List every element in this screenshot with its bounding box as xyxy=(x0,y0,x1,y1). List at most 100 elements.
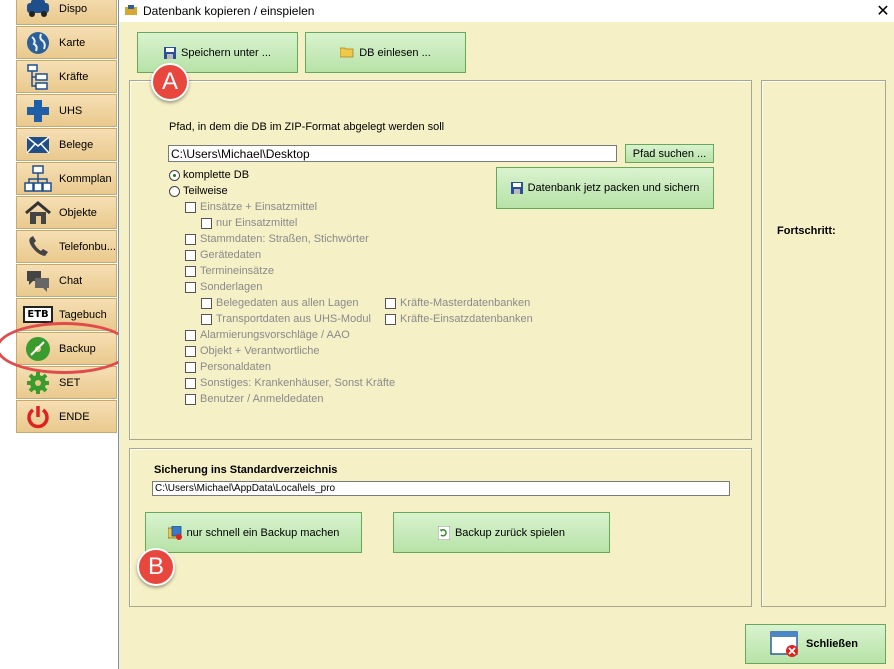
progress-label: Fortschritt: xyxy=(777,225,836,237)
sidebar-item-label: Kräfte xyxy=(59,70,89,83)
checkbox-label: Sonderlagen xyxy=(200,281,263,293)
path-caption: Pfad, in dem die DB im ZIP-Format abgele… xyxy=(169,121,445,133)
title-bar: Datenbank kopieren / einspielen ✕ xyxy=(119,0,894,22)
restore-backup-button[interactable]: Backup zurück spielen xyxy=(393,512,610,553)
checkbox-box xyxy=(185,233,196,245)
checkbox-kraefte-einsatz[interactable]: Kräfte-Einsatzdatenbanken xyxy=(385,313,533,325)
checkbox-label: Stammdaten: Straßen, Stichwörter xyxy=(200,233,369,245)
checkbox-label: Sonstiges: Krankenhäuser, Sonst Kräfte xyxy=(200,377,396,389)
quick-backup-button[interactable]: nur schnell ein Backup machen xyxy=(145,512,362,553)
restore-backup-label: Backup zurück spielen xyxy=(454,526,566,539)
standard-backup-heading: Sicherung ins Standardverzeichnis xyxy=(154,464,338,476)
checkbox-belegedaten[interactable]: Belegedaten aus allen Lagen xyxy=(201,297,359,309)
checkbox-box xyxy=(201,297,212,309)
checkbox-box xyxy=(185,361,196,373)
annotation-badge-b: B xyxy=(137,548,175,586)
sidebar-item-label: Belege xyxy=(59,138,94,151)
checkbox-label: Objekt + Verantwortliche xyxy=(200,345,320,357)
backup-copy-icon xyxy=(167,525,182,540)
floppy-icon xyxy=(510,182,523,194)
checkbox-nur-einsatzmittel[interactable]: nur Einsatzmittel xyxy=(201,217,297,229)
sidebar-item-ende[interactable]: ENDE xyxy=(16,400,117,433)
sidebar-item-label: Karte xyxy=(59,36,86,49)
checkbox-alarmierung[interactable]: Alarmierungsvorschläge / AAO xyxy=(185,329,350,341)
checkbox-label: Benutzer / Anmeldedaten xyxy=(200,393,324,405)
load-db-button[interactable]: DB einlesen ... xyxy=(305,32,466,73)
checkbox-box xyxy=(201,313,212,325)
search-path-label: Pfad suchen ... xyxy=(632,147,707,160)
radio-full-label: komplette DB xyxy=(183,169,250,181)
checkbox-benutzer[interactable]: Benutzer / Anmeldedaten xyxy=(185,393,324,405)
sidebar-item-label: Kommplan xyxy=(59,172,112,185)
window-title: Datenbank kopieren / einspielen xyxy=(143,4,315,18)
sidebar-item-label: ENDE xyxy=(59,410,90,423)
checkbox-box xyxy=(385,297,396,309)
checkbox-box xyxy=(185,329,196,341)
checkbox-box xyxy=(185,281,196,293)
checkbox-kraefte-master[interactable]: Kräfte-Masterdatenbanken xyxy=(385,297,530,309)
restore-icon xyxy=(437,525,450,540)
checkbox-termineinsaetze[interactable]: Termineinsätze xyxy=(185,265,274,277)
checkbox-stammdaten[interactable]: Stammdaten: Straßen, Stichwörter xyxy=(185,233,369,245)
checkbox-label: Einsätze + Einsatzmittel xyxy=(200,201,318,213)
sidebar-item-chat[interactable]: Chat xyxy=(16,264,117,297)
checkbox-objekt[interactable]: Objekt + Verantwortliche xyxy=(185,345,320,357)
house-icon xyxy=(23,199,53,227)
checkbox-label: Kräfte-Einsatzdatenbanken xyxy=(400,313,533,325)
sidebar-item-objekte[interactable]: Objekte xyxy=(16,196,117,229)
chat-icon xyxy=(23,267,53,295)
close-icon[interactable]: ✕ xyxy=(873,1,893,21)
sidebar-item-label: SET xyxy=(59,376,81,389)
annotation-badge-a: A xyxy=(151,63,189,101)
window-close-icon xyxy=(770,630,800,658)
close-button[interactable]: Schließen xyxy=(745,624,886,664)
sidebar-item-dispo[interactable]: Dispo xyxy=(16,0,117,25)
sidebar-item-label: Chat xyxy=(59,274,83,287)
pack-and-save-label: Datenbank jetz packen und sichern xyxy=(527,182,700,194)
sidebar-item-karte[interactable]: Karte xyxy=(16,26,117,59)
checkbox-geraetedaten[interactable]: Gerätedaten xyxy=(185,249,261,261)
floppy-icon xyxy=(164,46,177,59)
export-path-input[interactable]: C:\Users\Michael\Desktop xyxy=(168,145,617,162)
sidebar-item-label: Telefonbu... xyxy=(59,240,116,253)
sidebar-item-label: Objekte xyxy=(59,206,97,219)
checkbox-label: Gerätedaten xyxy=(200,249,262,261)
radio-partial-db[interactable]: Teilweise xyxy=(169,185,228,197)
checkbox-label: Termineinsätze xyxy=(200,265,274,277)
checkbox-sonstiges[interactable]: Sonstiges: Krankenhäuser, Sonst Kräfte xyxy=(185,377,395,389)
car-icon xyxy=(23,0,53,23)
checkbox-sonderlagen[interactable]: Sonderlagen xyxy=(185,281,262,293)
sidebar: Dispo Karte Kräfte UHS Belege Kommplan O… xyxy=(0,0,132,669)
sidebar-item-belege[interactable]: Belege xyxy=(16,128,117,161)
checkbox-box xyxy=(385,313,396,325)
pack-and-save-button[interactable]: Datenbank jetz packen und sichern xyxy=(496,167,714,209)
radio-indicator-selected xyxy=(169,169,180,181)
checkbox-label: Transportdaten aus UHS-Modul xyxy=(216,313,371,325)
checkbox-personaldaten[interactable]: Personaldaten xyxy=(185,361,271,373)
sidebar-item-uhs[interactable]: UHS xyxy=(16,94,117,127)
checkbox-einsaetze[interactable]: Einsätze + Einsatzmittel xyxy=(185,201,317,213)
standard-backup-path-field: C:\Users\Michael\AppData\Local\els_pro xyxy=(152,481,730,496)
checkbox-box xyxy=(185,201,196,213)
checkbox-box xyxy=(185,345,196,357)
sidebar-item-label: Tagebuch xyxy=(59,308,107,321)
sidebar-item-telefonbuch[interactable]: Telefonbu... xyxy=(16,230,117,263)
load-db-label: DB einlesen ... xyxy=(359,46,431,59)
globe-icon xyxy=(23,29,53,57)
sidebar-item-kommplan[interactable]: Kommplan xyxy=(16,162,117,195)
hierarchy-icon xyxy=(23,63,53,91)
power-icon xyxy=(23,403,53,431)
checkbox-box xyxy=(185,393,196,405)
checkbox-transportdaten[interactable]: Transportdaten aus UHS-Modul xyxy=(201,313,371,325)
sidebar-item-kraefte[interactable]: Kräfte xyxy=(16,60,117,93)
quick-backup-label: nur schnell ein Backup machen xyxy=(186,526,340,539)
network-icon xyxy=(23,164,53,193)
cross-icon xyxy=(23,97,53,125)
sidebar-item-label: UHS xyxy=(59,104,83,117)
close-label: Schließen xyxy=(806,638,858,650)
checkbox-box xyxy=(185,265,196,277)
checkbox-box xyxy=(185,377,196,389)
radio-full-db[interactable]: komplette DB xyxy=(169,169,249,181)
search-path-button[interactable]: Pfad suchen ... xyxy=(625,144,714,163)
progress-panel xyxy=(761,80,886,607)
